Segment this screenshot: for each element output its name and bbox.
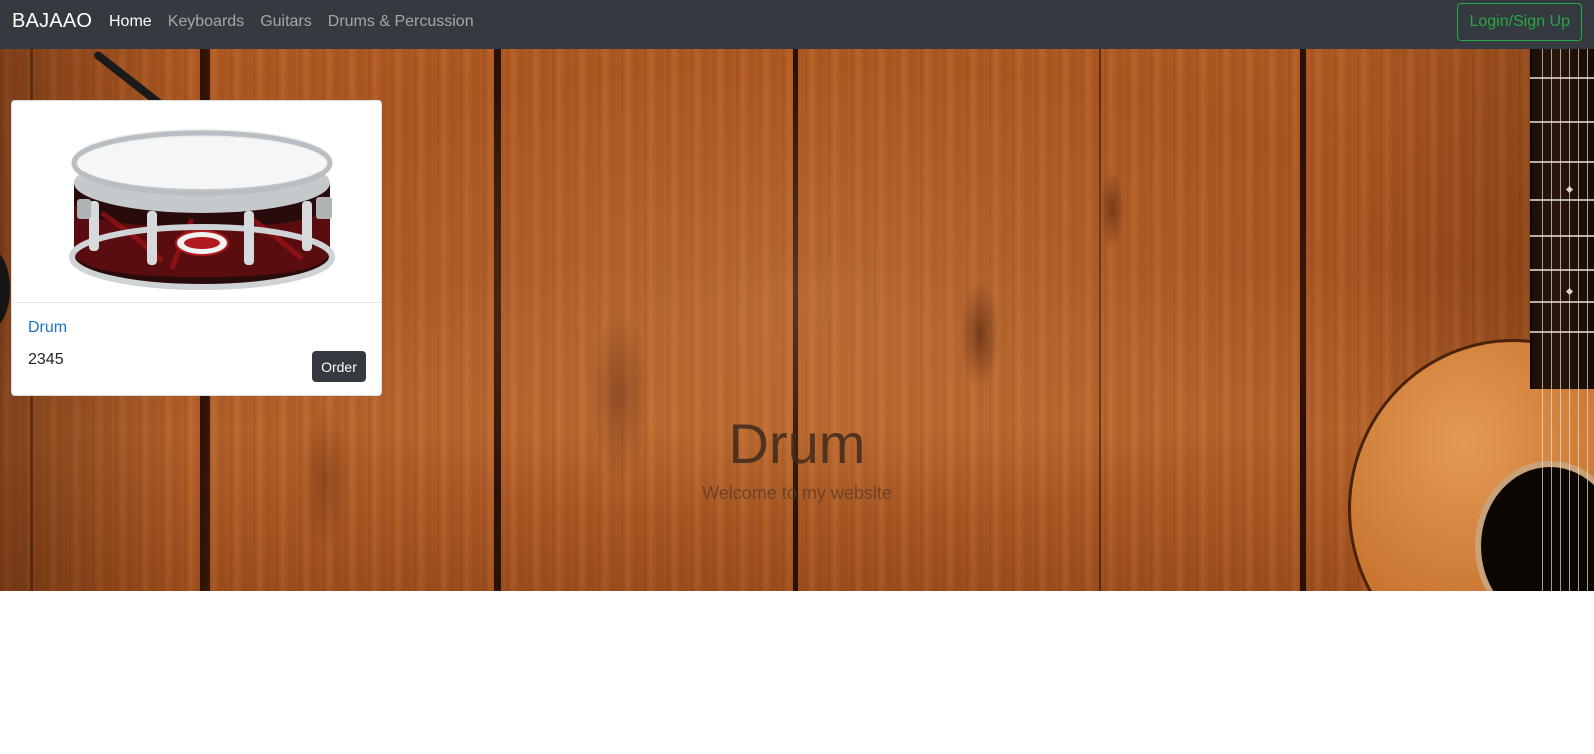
hero-title: Drum bbox=[728, 412, 866, 475]
product-title-link[interactable]: Drum bbox=[28, 319, 67, 337]
guitar-fret bbox=[1530, 161, 1594, 163]
product-image bbox=[12, 101, 381, 303]
guitar-string bbox=[1578, 49, 1579, 591]
order-button[interactable]: Order bbox=[312, 351, 366, 382]
hero-subtitle: Welcome to my website bbox=[702, 483, 892, 503]
snare-drum-icon bbox=[69, 129, 335, 290]
product-price: 2345 bbox=[28, 351, 64, 368]
guitar-fret bbox=[1530, 301, 1594, 303]
brand-logo[interactable]: BAJAAO bbox=[12, 10, 92, 33]
guitar-fret bbox=[1530, 235, 1594, 237]
nav-link-guitars[interactable]: Guitars bbox=[260, 13, 312, 31]
guitar-string bbox=[1542, 49, 1543, 591]
wood-knot bbox=[960, 279, 1000, 389]
guitar-neck-illustration bbox=[1530, 49, 1594, 389]
guitar-fret bbox=[1530, 331, 1594, 333]
wood-knot bbox=[1100, 169, 1124, 249]
guitar-fret bbox=[1530, 121, 1594, 123]
guitar-fret bbox=[1530, 199, 1594, 201]
top-navbar: BAJAAO Home Keyboards Guitars Drums & Pe… bbox=[0, 0, 1594, 49]
login-signup-button[interactable]: Login/Sign Up bbox=[1457, 3, 1582, 41]
guitar-fret bbox=[1530, 77, 1594, 79]
nav-link-keyboards[interactable]: Keyboards bbox=[168, 13, 245, 31]
nav-link-drums-percussion[interactable]: Drums & Percussion bbox=[328, 13, 474, 31]
guitar-string bbox=[1587, 49, 1588, 591]
guitar-string bbox=[1569, 49, 1570, 591]
guitar-string bbox=[1560, 49, 1561, 591]
guitar-string bbox=[1551, 49, 1552, 591]
nav-links: Home Keyboards Guitars Drums & Percussio… bbox=[109, 13, 490, 31]
product-card: Drum 2345 Order bbox=[11, 100, 382, 396]
nav-link-home[interactable]: Home bbox=[109, 13, 152, 31]
guitar-fret bbox=[1530, 269, 1594, 271]
